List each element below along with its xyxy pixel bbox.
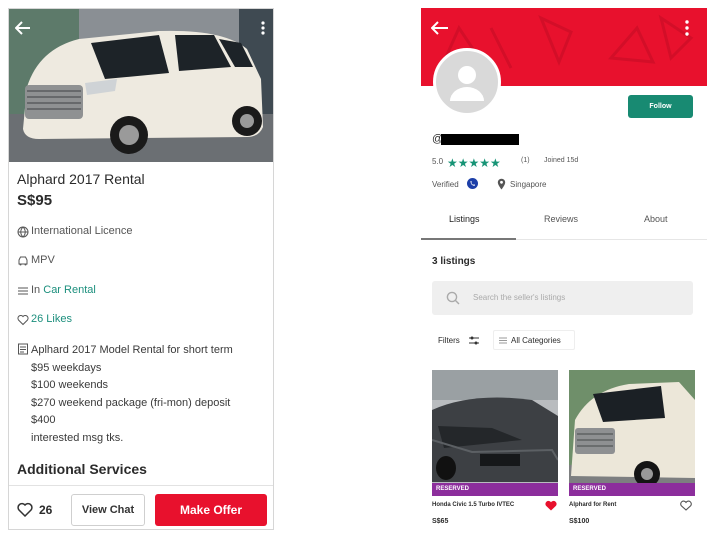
description-line: $100 weekends: [31, 379, 109, 391]
username-redacted: [441, 134, 519, 145]
make-offer-button[interactable]: Make Offer: [155, 494, 267, 526]
category-row: In Car Rental: [31, 284, 96, 296]
verified-phone-icon: [467, 178, 478, 189]
listing-price: S$95: [17, 192, 53, 209]
tab-reviews[interactable]: Reviews: [544, 214, 578, 224]
view-chat-button[interactable]: View Chat: [71, 494, 145, 526]
description-line: interested msg tks.: [31, 431, 124, 444]
sliders-icon: [469, 336, 479, 345]
listing-card-title: Honda Civic 1.5 Turbo IVTEC: [432, 502, 515, 508]
description-line: $95 weekdays: [31, 361, 102, 374]
joined-text: Joined 15d: [544, 157, 579, 164]
rating-value: 5.0: [432, 157, 444, 166]
category-list-icon: [499, 337, 507, 344]
search-input[interactable]: Search the seller's listings: [473, 293, 565, 302]
listing-title: Alphard 2017 Rental: [17, 171, 145, 187]
listing-card-photo: [569, 370, 695, 492]
category-list-icon: [18, 287, 28, 295]
tab-about[interactable]: About: [644, 214, 668, 224]
listing-card[interactable]: RESERVED Honda Civic 1.5 Turbo IVTEC S$6…: [432, 370, 558, 530]
globe-icon: [17, 226, 29, 238]
licence-text: International Licence: [31, 225, 133, 237]
review-count: (1): [521, 157, 530, 164]
search-bar[interactable]: Search the seller's listings: [432, 281, 693, 315]
back-arrow-icon[interactable]: [15, 21, 31, 35]
back-arrow-icon[interactable]: [431, 21, 449, 35]
filters-label: Filters: [438, 336, 460, 345]
additional-services-heading: Additional Services: [17, 461, 147, 477]
avatar: [433, 48, 501, 116]
all-categories-button[interactable]: All Categories: [493, 330, 575, 350]
verified-text: Verified: [432, 180, 459, 189]
listing-photo[interactable]: [9, 9, 273, 162]
listing-card-photo: [432, 370, 558, 492]
star-icon: ★★★★★: [447, 156, 501, 170]
description-line: Aplhard 2017 Model Rental for short term: [31, 344, 233, 356]
more-options-icon[interactable]: [685, 20, 689, 36]
rating-stars: ★★★★★: [447, 154, 501, 170]
search-icon: [446, 291, 460, 305]
listing-detail-screen: Alphard 2017 Rental S$95 International L…: [8, 8, 274, 530]
like-heart-icon[interactable]: [17, 502, 33, 517]
listing-card-price: S$65: [432, 518, 449, 525]
listing-card-price: S$100: [569, 518, 590, 525]
description: Aplhard 2017 Model Rental for short term…: [31, 342, 271, 447]
more-options-icon[interactable]: [261, 21, 265, 35]
listings-count: 3 listings: [432, 256, 476, 267]
listing-card-title: Alphard for Rent: [569, 502, 617, 508]
heart-outline-icon[interactable]: [680, 500, 692, 511]
category-link[interactable]: Car Rental: [43, 284, 96, 296]
vehicle-type-text: MPV: [31, 254, 55, 266]
all-categories-label: All Categories: [511, 336, 561, 345]
heart-filled-icon[interactable]: [545, 500, 557, 511]
description-line: $270 weekend package (fri-mon) deposit: [31, 396, 231, 409]
user-placeholder-icon: [450, 66, 484, 101]
likes-link[interactable]: 26 Likes: [31, 313, 72, 325]
reserved-badge: RESERVED: [432, 483, 558, 496]
reserved-badge: RESERVED: [569, 483, 695, 496]
like-count: 26: [39, 503, 53, 517]
filters-button[interactable]: Filters: [432, 330, 482, 350]
profile-tabs: Listings Reviews About: [421, 208, 707, 240]
heart-outline-icon: [17, 314, 29, 326]
tab-listings[interactable]: Listings: [449, 214, 480, 224]
listing-card[interactable]: RESERVED Alphard for Rent S$100: [569, 370, 695, 530]
location-pin-icon: [497, 178, 506, 190]
tab-listings-underline: [421, 238, 516, 240]
car-icon: [18, 256, 28, 266]
description-icon: [18, 343, 28, 355]
seller-profile-screen: Follow @ 5.0 ★★★★★ (1) Joined 15d Verifi…: [421, 8, 707, 530]
follow-button[interactable]: Follow: [628, 95, 693, 118]
bottom-action-bar: 26 View Chat Make Offer: [9, 485, 273, 529]
category-prefix: In: [31, 284, 41, 296]
description-line: $400: [31, 414, 56, 426]
location-text: Singapore: [510, 180, 547, 189]
